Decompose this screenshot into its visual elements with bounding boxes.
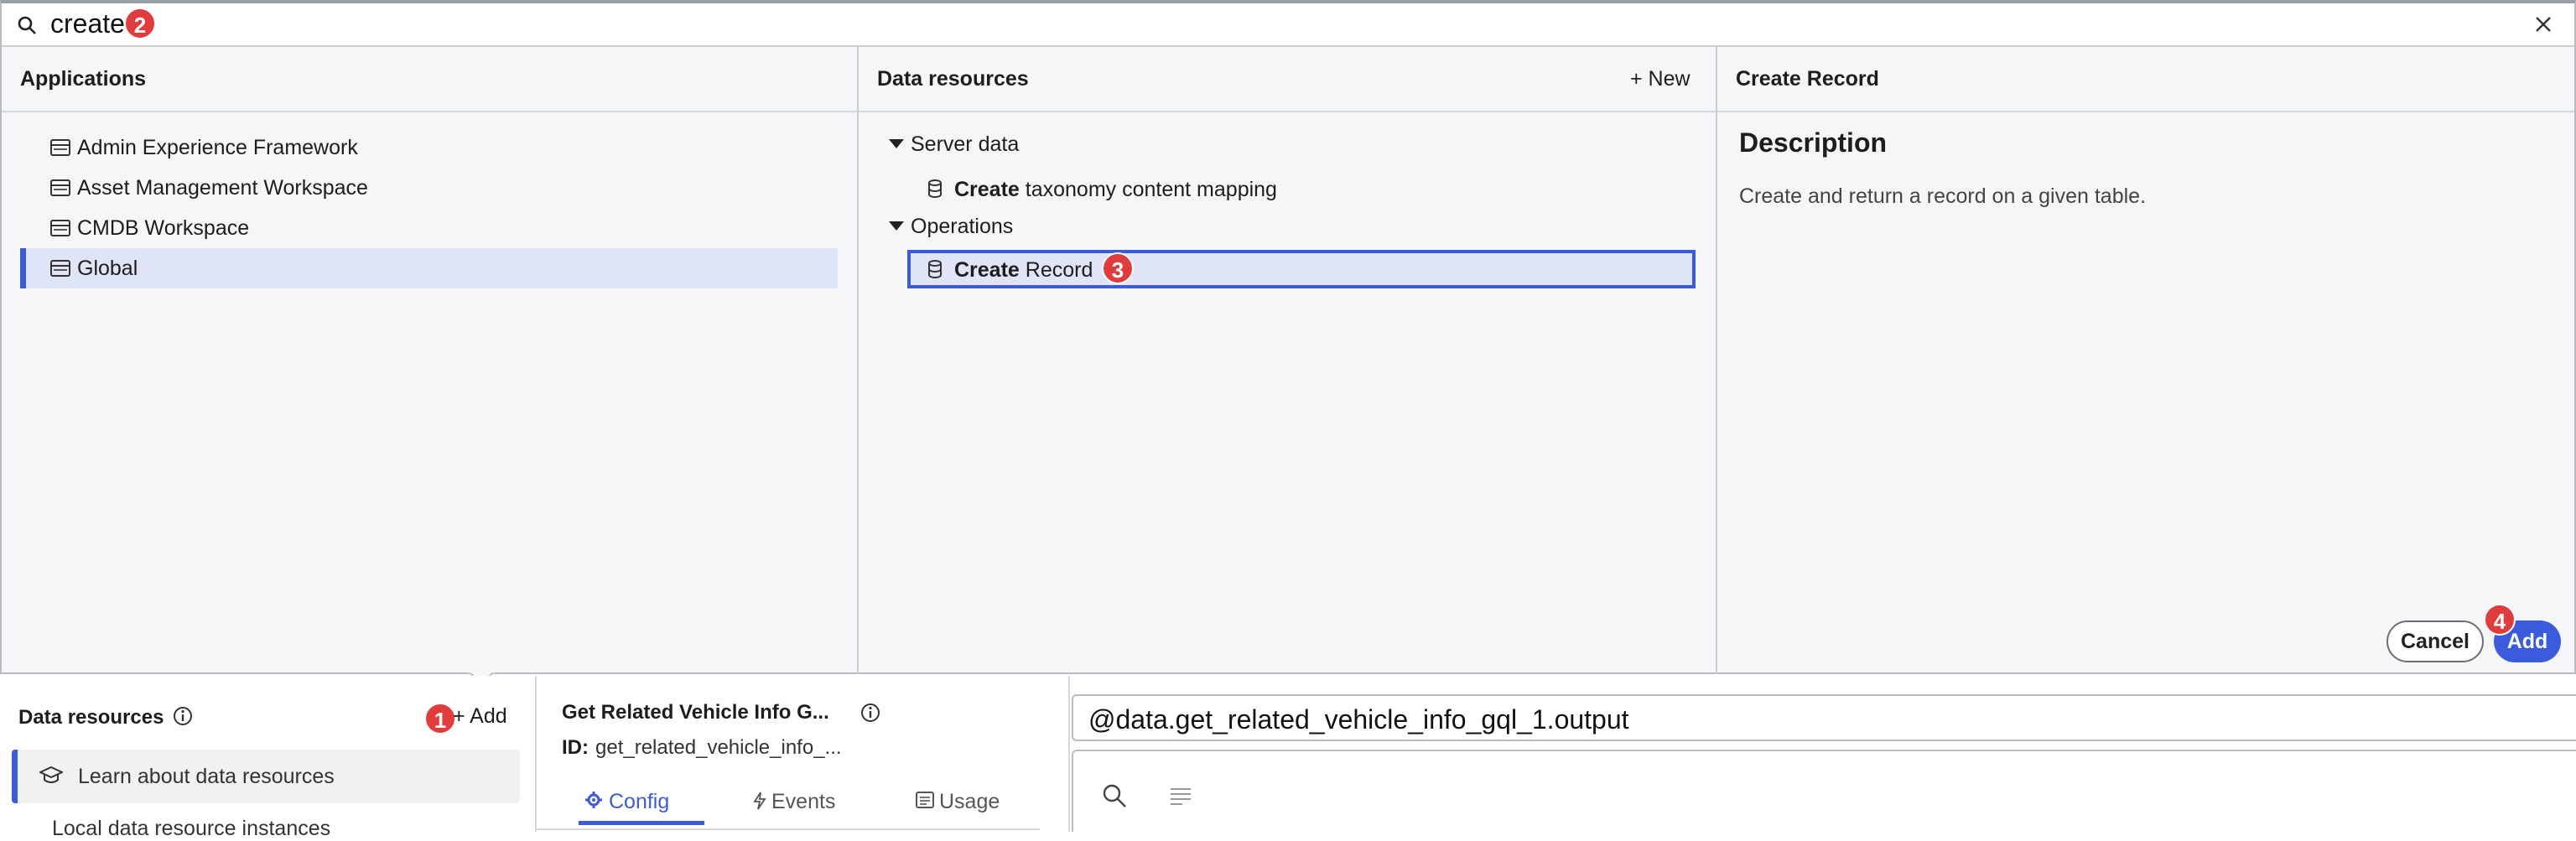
menu-lines-icon[interactable] [1169,786,1192,805]
info-icon[interactable] [173,706,193,726]
application-item-label: Global [77,257,138,280]
database-icon [927,260,943,278]
learn-about-data-resources-link[interactable]: Learn about data resources [12,750,520,803]
resource-match-text: Create [954,178,1020,201]
resource-item-create-record[interactable]: Create Record 3 [907,250,1696,288]
data-resources-column: Data resources + New Server data Create … [859,47,1716,672]
local-instances-label: Local data resource instances [52,817,331,840]
application-item-label: CMDB Workspace [77,216,250,240]
application-item-label: Asset Management Workspace [77,176,368,200]
tab-events-label: Events [771,790,836,813]
cancel-button[interactable]: Cancel [2386,620,2484,662]
gear-icon [585,792,602,808]
lightning-icon [753,792,766,810]
tab-divider [537,828,1040,830]
add-data-resource-modal: create 2 Applications Admin Experience F… [0,0,2576,674]
caret-down-icon [889,221,904,231]
step-badge-2: 2 [124,8,156,39]
application-icon [50,260,70,277]
tab-usage-label: Usage [939,790,1000,813]
graduation-cap-icon [39,765,63,785]
detail-column: Create Record Description Create and ret… [1717,47,2574,672]
data-resources-title: Data resources [18,706,164,729]
id-label: ID: [562,736,589,759]
search-input[interactable]: create [50,8,125,39]
editor-area[interactable] [1072,750,2576,832]
expression-input[interactable]: @data.get_related_vehicle_info_gql_1.out… [1072,694,2576,741]
search-icon [17,15,37,35]
application-item-label: Admin Experience Framework [77,136,358,159]
tab-config-label: Config [609,790,670,813]
resource-match-text: Create [954,258,1020,282]
resource-config-panel: Get Related Vehicle Info G... ID: get_re… [535,676,1070,832]
resource-item-label: taxonomy content mapping [1019,178,1277,201]
step-badge-1: 1 [424,703,456,735]
info-icon[interactable] [860,703,880,723]
application-item-asset-management[interactable]: Asset Management Workspace [20,168,838,208]
caret-down-icon [889,139,904,148]
add-data-resource-button[interactable]: + Add [453,704,507,729]
description-text: Create and return a record on a given ta… [1739,184,2147,208]
step-badge-3: 3 [1102,252,1134,284]
application-icon [50,139,70,156]
applications-header: Applications [2,47,857,112]
tab-usage[interactable]: Usage [914,783,1040,825]
step-badge-4: 4 [2484,604,2516,636]
application-item-admin-experience[interactable]: Admin Experience Framework [20,127,838,168]
tab-events[interactable]: Events [746,783,872,825]
database-icon [927,179,943,198]
search-bar: create 2 [2,3,2574,47]
resource-item-create-taxonomy-content-mapping[interactable]: Create taxonomy content mapping [927,169,1431,208]
close-icon[interactable] [2534,15,2553,34]
resource-item-label: Record [1019,258,1093,282]
application-item-global[interactable]: Global [20,248,838,288]
data-resources-header: Data resources + New [859,47,1716,112]
list-icon [916,792,934,808]
id-value: get_related_vehicle_info_... [595,736,842,759]
data-resources-panel: Data resources 1 + Add Learn about data … [0,676,2576,840]
tree-group-label: Operations [911,215,1014,238]
search-icon[interactable] [1102,783,1127,808]
detail-header: Create Record [1717,47,2574,112]
new-data-resource-button[interactable]: + New [1630,67,1690,91]
application-icon [50,220,70,236]
tab-config[interactable]: Config [579,783,704,825]
description-heading: Description [1739,127,1888,158]
learn-label: Learn about data resources [78,765,335,788]
application-item-cmdb-workspace[interactable]: CMDB Workspace [20,208,838,248]
application-icon [50,179,70,196]
applications-column: Applications Admin Experience Framework … [2,47,857,672]
tree-group-label: Server data [911,132,1020,156]
resource-title: Get Related Vehicle Info G... [562,701,829,724]
